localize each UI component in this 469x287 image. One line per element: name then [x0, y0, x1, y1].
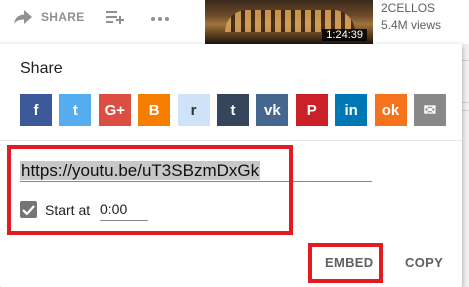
odnoklassniki-icon[interactable]: ok	[374, 94, 407, 126]
dialog-divider	[0, 140, 462, 141]
related-video-thumbnail[interactable]: 1:24:39	[205, 0, 373, 44]
google-plus-icon[interactable]: G+	[98, 94, 131, 126]
social-icons-row: f t G+ Br t vk Pin ok ✉	[20, 94, 453, 126]
share-action[interactable]: SHARE	[14, 10, 85, 24]
related-video-views: 5.4M views	[381, 18, 442, 32]
reddit-icon[interactable]: r	[177, 94, 210, 126]
email-icon[interactable]: ✉	[413, 94, 446, 126]
add-to-playlist-icon	[106, 11, 124, 24]
related-video-channel: 2CELLOS	[381, 1, 436, 15]
linkedin-icon[interactable]: in	[335, 94, 368, 126]
twitter-icon[interactable]: t	[59, 94, 92, 126]
tumblr-icon[interactable]: t	[216, 94, 249, 126]
page-edge	[462, 44, 469, 287]
more-horizontal-icon	[151, 17, 169, 21]
video-actions-bar: SHARE 1:24:39 2CELLOS 5.4M views	[0, 0, 469, 44]
more-actions-button[interactable]	[151, 17, 169, 21]
dialog-title: Share	[20, 60, 63, 77]
share-arrow-icon	[14, 10, 32, 24]
copy-button[interactable]: COPY	[405, 255, 443, 270]
embed-highlight-box	[308, 243, 383, 283]
url-highlight-box	[7, 145, 293, 235]
pinterest-icon[interactable]: P	[295, 94, 328, 126]
vk-icon[interactable]: vk	[256, 94, 289, 126]
video-duration: 1:24:39	[322, 29, 367, 41]
blogger-icon[interactable]: B	[138, 94, 171, 126]
share-action-label: SHARE	[41, 10, 85, 24]
related-video-meta[interactable]: 2CELLOS 5.4M views	[381, 0, 441, 34]
add-to-playlist-button[interactable]	[106, 10, 124, 24]
facebook-icon[interactable]: f	[20, 94, 52, 126]
